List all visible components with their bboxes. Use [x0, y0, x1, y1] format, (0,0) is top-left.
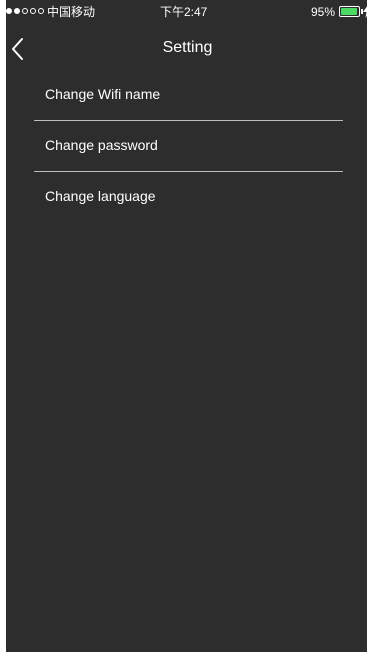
- signal-dot: [14, 8, 20, 14]
- status-time: 下午2:47: [160, 5, 208, 19]
- page-title: Setting: [162, 39, 213, 56]
- charging-bolt-icon: [363, 5, 367, 18]
- change-wifi-name-item[interactable]: Change Wifi name: [34, 70, 343, 120]
- signal-dot: [30, 8, 36, 14]
- battery-percent: 95%: [311, 5, 336, 19]
- menu-item-label: Change language: [45, 188, 156, 204]
- settings-screen: 中国移动 下午2:47 95% Setting Change Wifi name…: [6, 0, 367, 652]
- navigation-bar: Setting: [6, 26, 367, 70]
- signal-dot: [38, 8, 44, 14]
- change-password-item[interactable]: Change password: [34, 121, 343, 171]
- battery-icon: [339, 6, 360, 17]
- status-bar: 中国移动 下午2:47 95%: [6, 0, 367, 24]
- signal-dot: [22, 8, 28, 14]
- signal-dot: [6, 8, 12, 14]
- menu-item-label: Change Wifi name: [45, 86, 161, 102]
- change-language-item[interactable]: Change language: [34, 172, 343, 222]
- carrier-name: 中国移动: [47, 5, 96, 19]
- signal-strength-icon: [6, 5, 44, 17]
- menu-item-label: Change password: [45, 137, 158, 153]
- settings-menu: Change Wifi name Change password Change …: [34, 70, 343, 222]
- battery-level-fill: [341, 8, 358, 15]
